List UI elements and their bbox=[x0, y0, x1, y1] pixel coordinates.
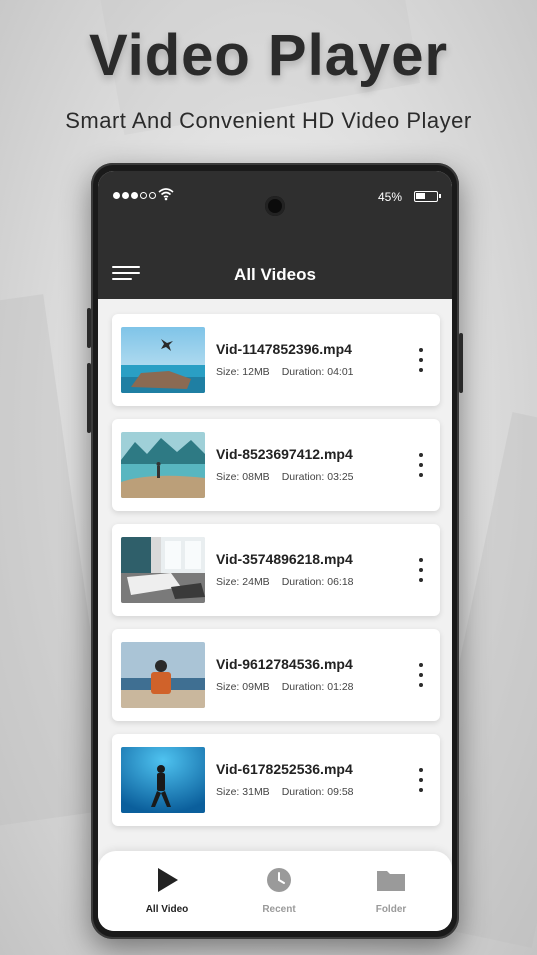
wifi-icon bbox=[158, 188, 174, 201]
phone-screen: 45% All Videos Vid-1147852396.mp4 Size: … bbox=[98, 171, 452, 931]
more-options-icon[interactable] bbox=[416, 768, 426, 792]
video-meta: Size: 24MB Duration: 06:18 bbox=[216, 576, 354, 588]
nav-label: All Video bbox=[145, 904, 189, 915]
video-title: Vid-3574896218.mp4 bbox=[216, 551, 353, 567]
video-title: Vid-1147852396.mp4 bbox=[216, 341, 352, 357]
video-title: Vid-8523697412.mp4 bbox=[216, 446, 353, 462]
video-duration: Duration: 06:18 bbox=[281, 576, 354, 588]
phone-frame: 45% All Videos Vid-1147852396.mp4 Size: … bbox=[87, 163, 463, 939]
video-thumbnail bbox=[121, 327, 205, 393]
video-thumbnail bbox=[121, 432, 205, 498]
nav-all-video[interactable]: All Video bbox=[117, 865, 217, 915]
nav-label: Folder bbox=[375, 904, 407, 915]
video-size: Size: 09MB bbox=[216, 681, 270, 693]
clock-icon bbox=[267, 868, 291, 892]
video-meta: Size: 09MB Duration: 01:28 bbox=[216, 681, 354, 693]
signal-icon bbox=[113, 192, 156, 199]
app-bar: 45% All Videos bbox=[98, 171, 452, 299]
more-options-icon[interactable] bbox=[416, 558, 426, 582]
battery-percentage: 45% bbox=[377, 190, 402, 204]
video-meta: Size: 31MB Duration: 09:58 bbox=[216, 786, 354, 798]
video-size: Size: 12MB bbox=[216, 366, 270, 378]
video-list: Vid-1147852396.mp4 Size: 12MB Duration: 0… bbox=[98, 299, 452, 859]
video-list-item[interactable]: Vid-6178252536.mp4 Size: 31MB Duration: 0… bbox=[112, 734, 440, 826]
video-size: Size: 31MB bbox=[216, 786, 270, 798]
video-title: Vid-9612784536.mp4 bbox=[216, 656, 353, 672]
nav-recent[interactable]: Recent bbox=[229, 865, 329, 915]
phone-side-button bbox=[459, 333, 463, 393]
video-duration: Duration: 09:58 bbox=[281, 786, 354, 798]
video-list-item[interactable]: Vid-3574896218.mp4 Size: 24MB Duration: 0… bbox=[112, 524, 440, 616]
video-meta: Size: 08MB Duration: 03:25 bbox=[216, 471, 354, 483]
video-thumbnail bbox=[121, 642, 205, 708]
phone-side-button bbox=[87, 363, 91, 433]
video-list-item[interactable]: Vid-1147852396.mp4 Size: 12MB Duration: 0… bbox=[112, 314, 440, 406]
video-thumbnail bbox=[121, 747, 205, 813]
promo-subtitle: Smart And Convenient HD Video Player bbox=[65, 108, 472, 133]
more-options-icon[interactable] bbox=[416, 663, 426, 687]
front-camera bbox=[265, 196, 285, 216]
folder-icon bbox=[377, 871, 405, 891]
nav-label: Recent bbox=[262, 904, 296, 915]
phone-side-button bbox=[87, 308, 91, 348]
bottom-navigation: All Video Recent Folder bbox=[98, 851, 452, 931]
more-options-icon[interactable] bbox=[416, 348, 426, 372]
video-thumbnail bbox=[121, 537, 205, 603]
page-title: All Videos bbox=[234, 265, 316, 284]
nav-folder[interactable]: Folder bbox=[341, 865, 441, 915]
more-options-icon[interactable] bbox=[416, 453, 426, 477]
video-size: Size: 08MB bbox=[216, 471, 270, 483]
video-duration: Duration: 01:28 bbox=[281, 681, 354, 693]
battery-icon bbox=[414, 191, 441, 202]
video-list-item[interactable]: Vid-9612784536.mp4 Size: 09MB Duration: 0… bbox=[112, 629, 440, 721]
video-meta: Size: 12MB Duration: 04:01 bbox=[216, 366, 354, 378]
video-duration: Duration: 04:01 bbox=[281, 366, 354, 378]
video-title: Vid-6178252536.mp4 bbox=[216, 761, 353, 777]
status-bar: 45% bbox=[98, 187, 452, 216]
promo-title: Video Player bbox=[88, 23, 449, 88]
video-list-item[interactable]: Vid-8523697412.mp4 Size: 08MB Duration: 0… bbox=[112, 419, 440, 511]
video-duration: Duration: 03:25 bbox=[281, 471, 354, 483]
video-size: Size: 24MB bbox=[216, 576, 270, 588]
play-icon bbox=[158, 868, 178, 892]
